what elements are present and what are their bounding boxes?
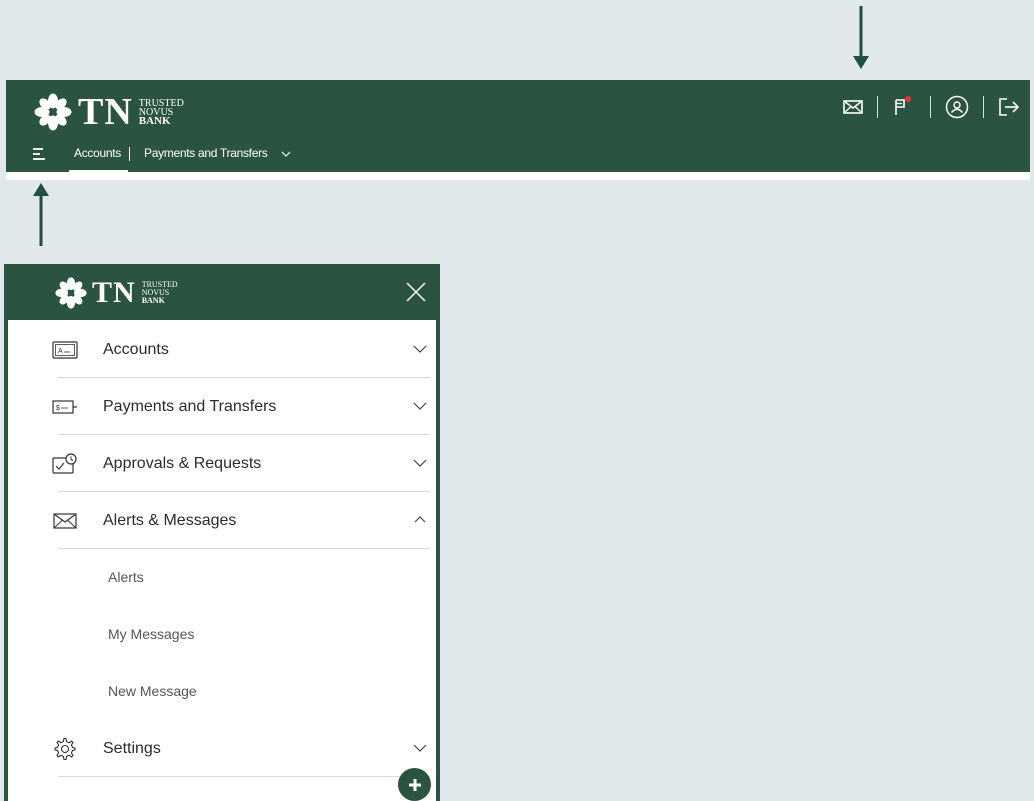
side-submenu-label: Alerts <box>108 569 144 585</box>
annotation-arrow-up <box>32 182 50 246</box>
side-menu-label: Accounts <box>103 341 169 358</box>
nav-tab-accounts[interactable]: Accounts <box>69 135 128 172</box>
menu-divider <box>58 776 430 777</box>
header-divider <box>983 96 984 118</box>
bank-logo[interactable]: TN TRUSTED NOVUS BANK <box>55 276 178 310</box>
header-brand-row: TN TRUSTED NOVUS BANK <box>6 80 1030 136</box>
annotation-arrow-down <box>852 6 870 70</box>
side-menu-label: Settings <box>103 740 161 757</box>
payment-icon: $ <box>52 396 78 418</box>
envelope-icon <box>52 510 78 532</box>
logo-flower-icon <box>55 277 87 309</box>
gear-icon <box>52 737 78 761</box>
header-icon-group <box>843 94 1020 120</box>
envelope-icon[interactable] <box>843 100 863 114</box>
header-divider <box>877 96 878 118</box>
side-submenu-label: My Messages <box>108 626 195 642</box>
side-menu-item-accounts[interactable]: A Accounts <box>8 321 436 378</box>
main-nav-bar: Accounts Payments and Transfers <box>6 135 1030 172</box>
account-card-icon: A <box>52 339 78 361</box>
side-menu-item-alerts-messages[interactable]: Alerts & Messages <box>8 492 436 549</box>
logout-icon[interactable] <box>998 97 1020 117</box>
chevron-up-icon <box>414 516 426 523</box>
close-icon[interactable] <box>403 279 429 305</box>
side-menu-item-payments[interactable]: $ Payments and Transfers <box>8 378 436 435</box>
side-menu-item-approvals[interactable]: Approvals & Requests <box>8 435 436 492</box>
hamburger-menu-icon[interactable] <box>32 146 48 162</box>
side-submenu-item-alerts[interactable]: Alerts <box>8 549 436 606</box>
nav-bottom-strip <box>6 172 1030 180</box>
nav-tab-payments[interactable]: Payments and Transfers <box>144 135 304 172</box>
plus-icon <box>408 778 421 791</box>
nav-tab-label: Payments and Transfers <box>144 146 268 160</box>
nav-divider <box>129 147 130 161</box>
add-button[interactable] <box>398 768 431 801</box>
side-submenu-label: New Message <box>108 683 197 699</box>
user-circle-icon[interactable] <box>945 95 969 119</box>
chevron-down-icon <box>413 402 427 410</box>
logo-flower-icon <box>34 93 72 131</box>
side-menu-header: TN TRUSTED NOVUS BANK <box>7 267 437 320</box>
chevron-down-icon <box>413 459 427 467</box>
chevron-down-icon <box>281 151 290 157</box>
side-menu-panel: TN TRUSTED NOVUS BANK A Accounts $ Payme… <box>4 264 440 801</box>
side-menu-label: Payments and Transfers <box>103 398 277 415</box>
logo-wordmark: TRUSTED NOVUS BANK <box>141 280 178 305</box>
nav-tab-label: Accounts <box>74 146 121 160</box>
approvals-icon <box>52 453 78 475</box>
logo-initials: TN <box>78 91 133 133</box>
logo-initials: TN <box>92 276 136 309</box>
side-menu-item-settings[interactable]: Settings <box>8 720 436 777</box>
logo-wordmark: TRUSTED NOVUS BANK <box>138 97 184 127</box>
svg-text:$: $ <box>56 405 60 412</box>
notification-dot <box>905 96 911 102</box>
top-app-bar: TN TRUSTED NOVUS BANK Accounts Payments … <box>6 80 1030 180</box>
flag-icon[interactable] <box>892 96 911 116</box>
side-menu-list: A Accounts $ Payments and Transfers Appr… <box>8 321 436 777</box>
header-divider <box>930 96 931 118</box>
side-submenu-item-my-messages[interactable]: My Messages <box>8 606 436 663</box>
side-menu-label: Alerts & Messages <box>103 512 237 529</box>
side-menu-label: Approvals & Requests <box>103 455 262 472</box>
bank-logo[interactable]: TN TRUSTED NOVUS BANK <box>34 90 184 134</box>
svg-text:A: A <box>58 348 63 355</box>
chevron-down-icon <box>413 744 427 752</box>
chevron-down-icon <box>413 345 427 353</box>
side-submenu-item-new-message[interactable]: New Message <box>8 663 436 720</box>
